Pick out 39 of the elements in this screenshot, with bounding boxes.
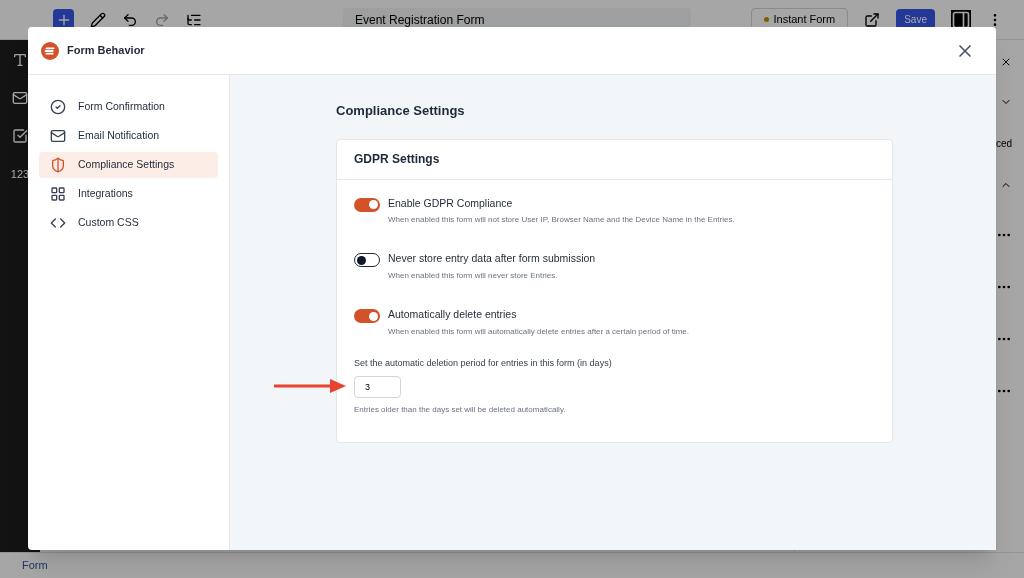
period-help: Entries older than the days set will be deleted automatically. bbox=[354, 404, 567, 417]
nav-item[interactable]: Custom CSS bbox=[39, 210, 218, 236]
nav-item[interactable]: Integrations bbox=[39, 181, 218, 207]
modal-title: Form Behavior bbox=[67, 43, 145, 59]
toggle-label: Never store entry data after form submission bbox=[388, 251, 596, 267]
toggle-switch[interactable] bbox=[354, 309, 380, 323]
toggle-label: Enable GDPR Compliance bbox=[388, 195, 514, 211]
logo-icon bbox=[41, 41, 59, 60]
mail-icon[interactable] bbox=[12, 90, 28, 106]
nav-item[interactable]: Email Notification bbox=[39, 123, 218, 149]
sidebar-toggle-icon[interactable] bbox=[951, 9, 971, 30]
section-heading: Compliance Settings bbox=[336, 102, 466, 120]
period-label: Set the automatic deletion period for entries in this form (in days) bbox=[354, 356, 613, 370]
close-icon[interactable] bbox=[1000, 56, 1012, 68]
nav-item[interactable]: Form Confirmation bbox=[39, 94, 218, 120]
days-input[interactable]: 3 bbox=[354, 376, 401, 399]
toggle-switch[interactable] bbox=[354, 253, 380, 268]
toggle-help: When enabled this form will not store User IP, Browser Name and the Device Name in the Entries. bbox=[388, 214, 735, 227]
grid-icon bbox=[50, 186, 66, 202]
redo-icon[interactable] bbox=[154, 11, 170, 28]
external-link-icon[interactable] bbox=[864, 11, 881, 28]
text-icon[interactable] bbox=[12, 52, 28, 68]
toggle-help: When enabled this form will automatically delete entries after a certain period of time. bbox=[388, 325, 690, 338]
toggle-label: Automatically delete entries bbox=[388, 307, 518, 322]
shield-icon bbox=[50, 157, 66, 173]
checkbox-icon[interactable] bbox=[12, 128, 28, 144]
number-label[interactable]: 123 bbox=[10, 166, 30, 183]
toggle-switch[interactable] bbox=[354, 197, 380, 212]
undo-icon[interactable] bbox=[122, 11, 138, 28]
arrow-drawing bbox=[274, 379, 346, 393]
panel-tab-label[interactable]: ced bbox=[995, 136, 1012, 151]
toggle-help: When enabled this form will never store Entries. bbox=[388, 270, 559, 282]
check-circle-icon bbox=[50, 99, 66, 115]
code-icon bbox=[50, 215, 66, 231]
pencil-icon[interactable] bbox=[90, 11, 106, 28]
mail-icon bbox=[50, 128, 66, 144]
nav-item[interactable]: Compliance Settings bbox=[39, 152, 218, 178]
breadcrumb-link[interactable]: Form bbox=[22, 557, 48, 574]
card-title: GDPR Settings bbox=[354, 151, 440, 168]
